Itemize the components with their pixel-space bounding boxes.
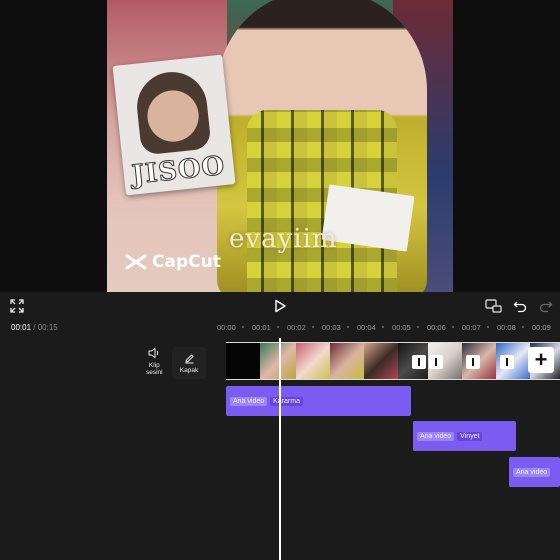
expand-icon[interactable]: [7, 296, 27, 316]
time-ruler[interactable]: 00:00 00:01 00:02 00:03 00:04 00:05 00:06 00:07…: [0, 323, 560, 333]
transition-button[interactable]: [412, 355, 426, 369]
keyframe-icon[interactable]: [484, 296, 504, 316]
clip-audio-button[interactable]: Klip sesini: [146, 347, 163, 376]
effect-track-kararma[interactable]: Ana video Kararma: [226, 386, 411, 416]
redo-icon[interactable]: [536, 296, 556, 316]
ruler-tick: 00:05: [392, 323, 411, 332]
clip-thumbnail: [330, 343, 364, 379]
effect-label: Vinyet: [457, 431, 483, 441]
cover-button[interactable]: Kapak: [172, 347, 206, 379]
clip-audio-label-2: sesini: [146, 369, 163, 376]
ruler-dot: [312, 326, 314, 328]
ruler-dot: [277, 326, 279, 328]
effect-tag: Ana video: [513, 467, 551, 477]
capcut-logo-icon: [125, 254, 147, 270]
watermark-text: evayiim: [229, 224, 338, 254]
ruler-tick: 00:07: [462, 323, 481, 332]
ruler-tick: 00:00: [217, 323, 236, 332]
ruler-tick: 00:06: [427, 323, 446, 332]
capcut-editor: JISOO evayiim CapCut 00:01 / 00:15 00:00…: [0, 0, 560, 560]
capcut-logo: CapCut: [125, 252, 221, 272]
ruler-tick: 00:01: [252, 323, 271, 332]
ruler-dot: [242, 326, 244, 328]
cover-label: Kapak: [179, 366, 199, 374]
video-preview[interactable]: JISOO evayiim CapCut: [107, 0, 453, 292]
clip-thumbnail: [364, 343, 398, 379]
effect-label: Kararma: [270, 396, 303, 406]
clip-audio-label-1: Klip: [148, 362, 160, 369]
clip-thumbnail: [260, 343, 296, 379]
ruler-dot: [522, 326, 524, 328]
main-clip-strip[interactable]: [226, 342, 560, 380]
photo-card: JISOO: [112, 54, 236, 196]
effect-track[interactable]: Ana video: [509, 457, 560, 487]
ruler-tick: 00:02: [287, 323, 306, 332]
effect-track-vinyet[interactable]: Ana video Vinyet: [413, 421, 516, 451]
transition-button[interactable]: [500, 355, 514, 369]
ruler-dot: [382, 326, 384, 328]
effect-tag: Ana video: [417, 431, 455, 441]
speaker-icon: [148, 347, 159, 359]
transition-button[interactable]: [466, 355, 480, 369]
photo-face: [133, 68, 212, 156]
photo-card-text: JISOO: [130, 150, 227, 191]
ruler-dot: [452, 326, 454, 328]
ruler-tick: 00:03: [322, 323, 341, 332]
undo-icon[interactable]: [510, 296, 530, 316]
ruler-dot: [347, 326, 349, 328]
ruler-tick: 00:08: [497, 323, 516, 332]
player-toolbar: [0, 292, 560, 320]
ruler-dot: [487, 326, 489, 328]
ruler-tick: 00:09: [532, 323, 551, 332]
clip-thumbnail: [226, 343, 260, 379]
ruler-dot: [417, 326, 419, 328]
capcut-logo-text: CapCut: [152, 252, 221, 272]
play-icon[interactable]: [270, 296, 290, 316]
playhead[interactable]: [279, 338, 281, 560]
clip-thumbnail: [296, 343, 330, 379]
ruler-tick: 00:04: [357, 323, 376, 332]
transition-button[interactable]: [429, 355, 443, 369]
effect-tag: Ana video: [230, 396, 268, 406]
pencil-icon: [184, 353, 194, 363]
add-clip-button[interactable]: +: [528, 347, 554, 373]
